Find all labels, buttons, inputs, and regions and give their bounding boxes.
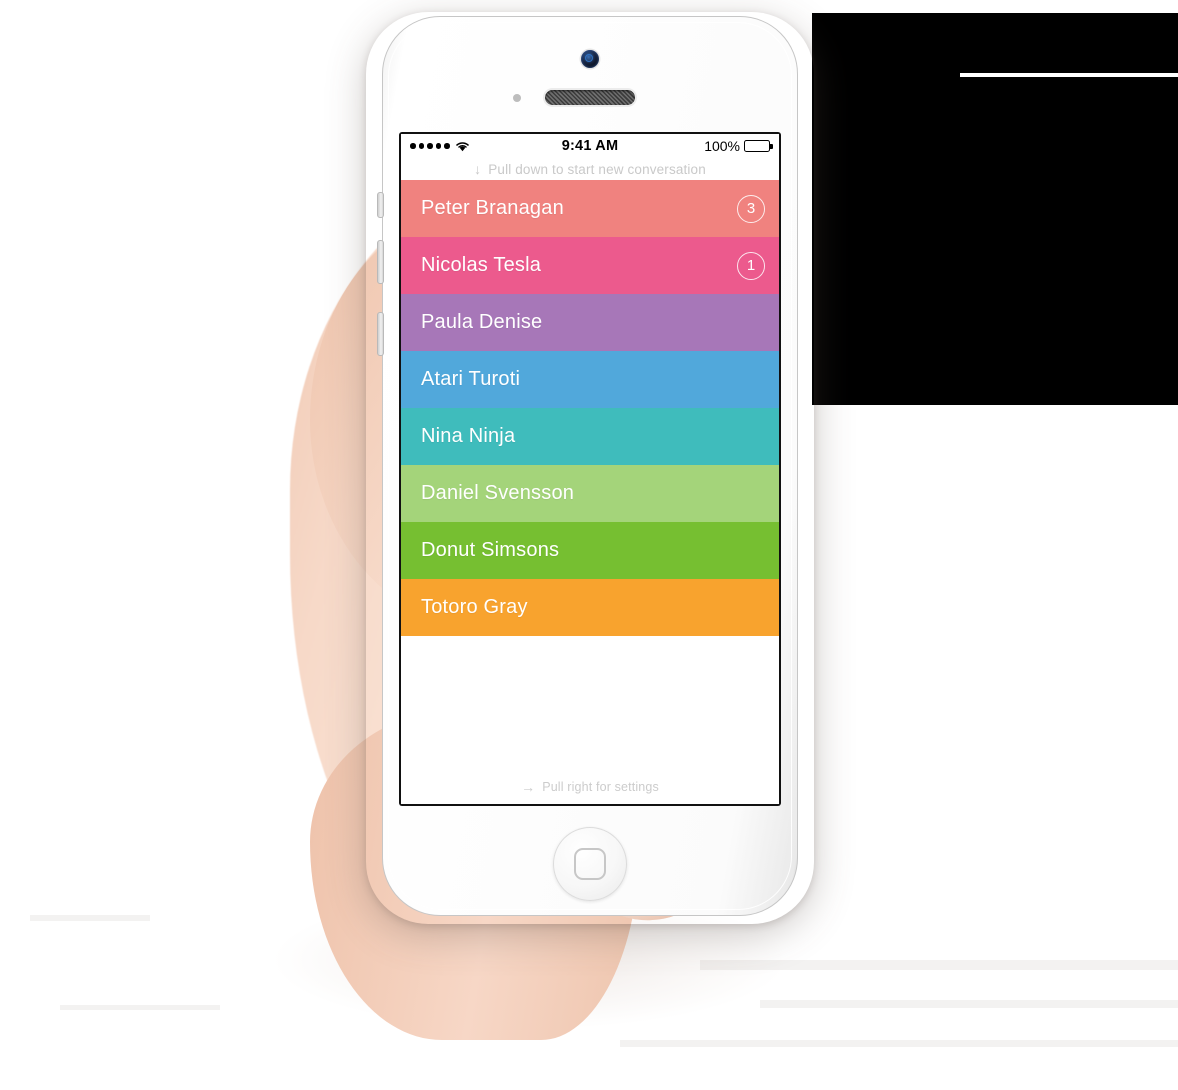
phone-device: 9:41 AM 100% ↓ Pull down to start new co…	[366, 12, 814, 924]
background-strip	[620, 1040, 1178, 1047]
status-bar: 9:41 AM 100%	[401, 134, 779, 158]
page-background: 9:41 AM 100% ↓ Pull down to start new co…	[0, 0, 1178, 1090]
conversation-name: Donut Simsons	[421, 539, 560, 561]
home-button[interactable]	[553, 827, 627, 901]
conversation-name: Totoro Gray	[421, 596, 528, 618]
conversation-row[interactable]: Paula Denise	[401, 294, 779, 351]
volume-down-button[interactable]	[377, 312, 384, 356]
conversation-row[interactable]: Totoro Gray	[401, 579, 779, 636]
signal-strength-icon	[410, 143, 450, 149]
home-button-square-icon	[574, 848, 606, 880]
list-empty-area	[401, 636, 779, 804]
front-camera-icon	[581, 50, 599, 68]
proximity-sensor-icon	[513, 94, 521, 102]
conversation-name: Daniel Svensson	[421, 482, 575, 504]
white-streak-artifact	[960, 73, 1178, 77]
camera-ring	[585, 54, 593, 62]
pull-down-hint-label: Pull down to start new conversation	[488, 161, 706, 177]
conversation-list[interactable]: Peter Branagan 3 Nicolas Tesla 1 Paula Denis…	[401, 180, 779, 636]
status-bar-clock: 9:41 AM	[561, 138, 619, 154]
conversation-name: Paula Denise	[421, 311, 543, 333]
unread-count-badge: 3	[737, 194, 765, 223]
conversation-name: Nina Ninja	[421, 425, 516, 447]
phone-screen: 9:41 AM 100% ↓ Pull down to start new co…	[401, 134, 779, 804]
arrow-right-icon: →	[521, 779, 536, 795]
background-strip	[60, 1005, 220, 1010]
status-bar-left	[410, 140, 562, 152]
background-strip	[30, 915, 150, 921]
arrow-down-icon: ↓	[474, 161, 482, 177]
unread-count-badge: 1	[737, 251, 765, 280]
earpiece-speaker-icon	[545, 90, 635, 105]
conversation-name: Nicolas Tesla	[421, 254, 542, 276]
status-bar-right: 100%	[618, 138, 773, 154]
wifi-icon	[455, 140, 470, 152]
conversation-name: Peter Branagan	[421, 197, 564, 219]
pull-down-hint: ↓ Pull down to start new conversation	[401, 158, 779, 180]
pull-right-hint-label: Pull right for settings	[542, 780, 659, 794]
conversation-row[interactable]: Donut Simsons	[401, 522, 779, 579]
battery-icon	[744, 140, 773, 152]
volume-up-button[interactable]	[377, 240, 384, 284]
battery-percent-label: 100%	[704, 138, 740, 154]
conversation-row[interactable]: Atari Turoti	[401, 351, 779, 408]
pull-right-hint: → Pull right for settings	[401, 780, 779, 794]
conversation-row[interactable]: Nina Ninja	[401, 408, 779, 465]
conversation-name: Atari Turoti	[421, 368, 521, 390]
conversation-row[interactable]: Daniel Svensson	[401, 465, 779, 522]
mute-switch[interactable]	[377, 192, 384, 218]
conversation-row[interactable]: Peter Branagan 3	[401, 180, 779, 237]
conversation-row[interactable]: Nicolas Tesla 1	[401, 237, 779, 294]
